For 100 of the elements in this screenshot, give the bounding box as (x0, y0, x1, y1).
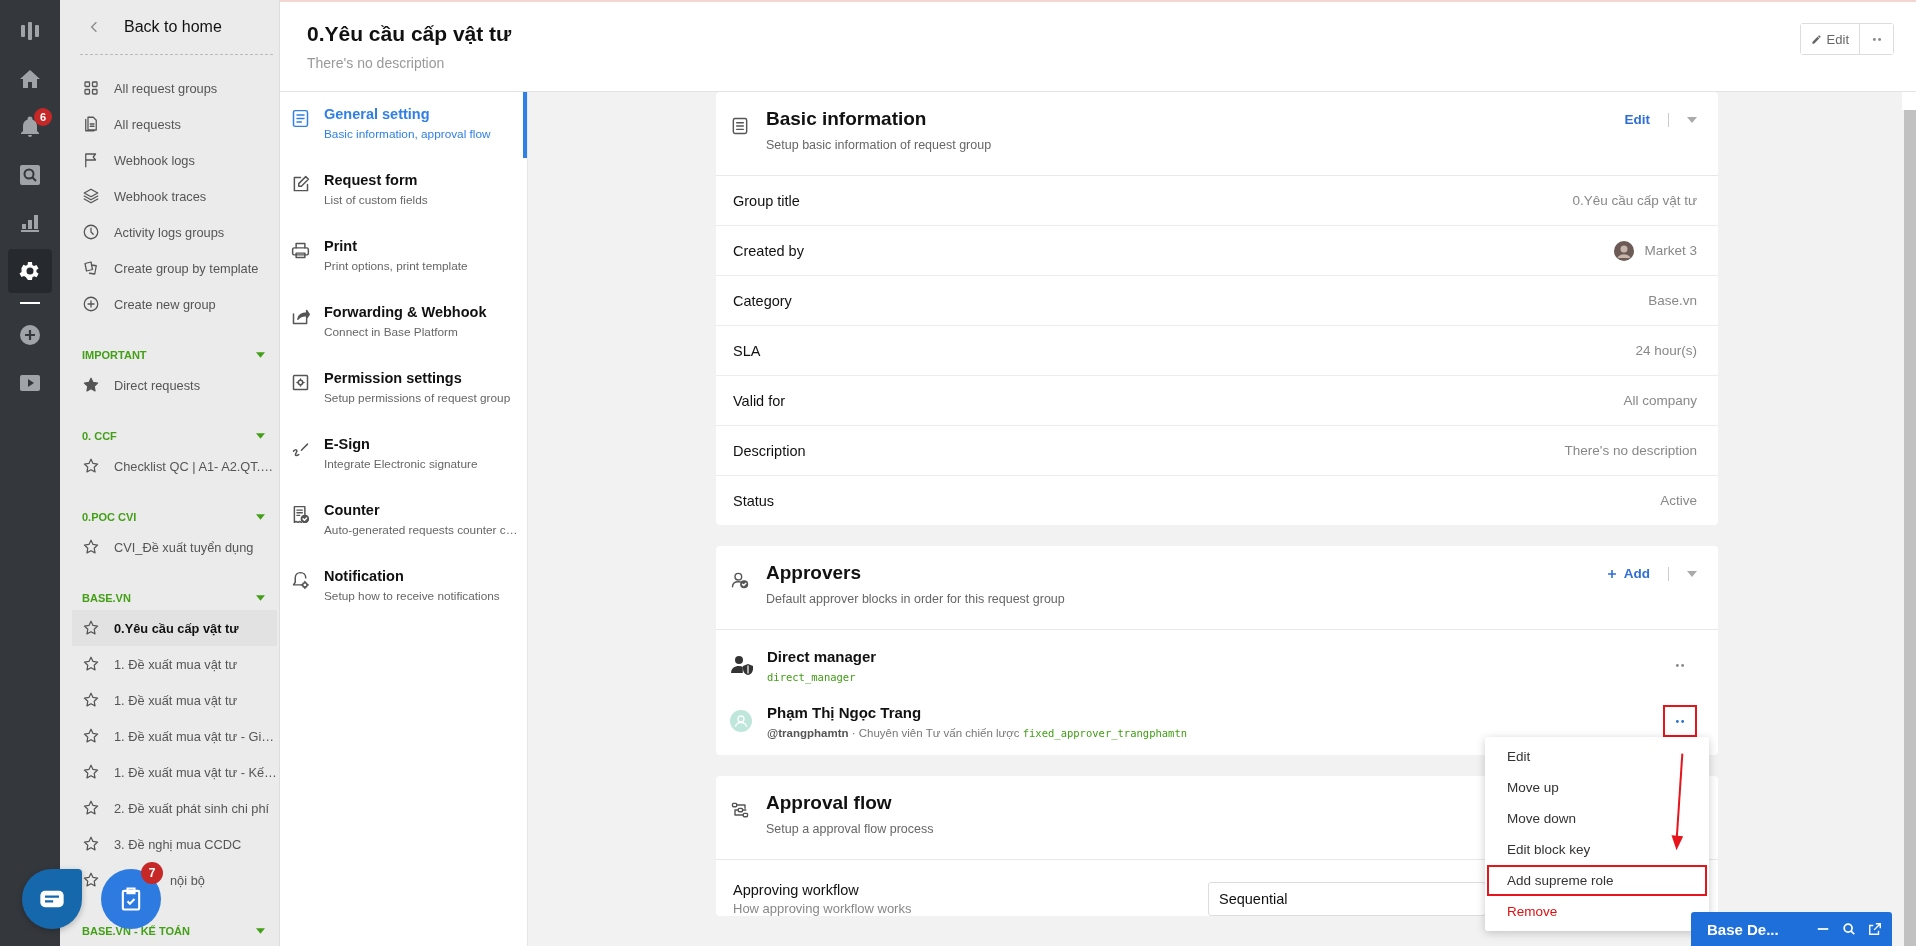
more-icon (1673, 717, 1687, 725)
section-header: 0. CCF (82, 430, 117, 442)
document-icon (290, 108, 311, 129)
field-label: Group title (733, 192, 800, 209)
star-icon[interactable] (82, 457, 100, 475)
sidebar-item[interactable]: 1. Đề xuất mua vật tư (78, 646, 273, 682)
documents-icon (82, 115, 100, 133)
pencil-icon (1810, 33, 1822, 45)
add-link[interactable]: Add (1606, 566, 1650, 581)
field-value: Active (1660, 493, 1697, 508)
sidebar-item[interactable]: 1. Đề xuất mua vật tư - Kế… (78, 754, 273, 790)
star-icon[interactable] (82, 538, 100, 556)
edit-link[interactable]: Edit (1624, 112, 1650, 127)
card-subtitle: Setup basic information of request group (766, 138, 993, 152)
section-header: IMPORTANT (82, 349, 147, 361)
star-icon[interactable] (82, 376, 100, 394)
avatar (730, 710, 752, 732)
caret-icon[interactable] (256, 433, 265, 439)
star-icon[interactable] (82, 727, 100, 745)
sidebar-item[interactable]: Webhook logs (78, 142, 273, 178)
chat-title: Base De... (1707, 920, 1780, 938)
sidebar-item[interactable]: CVI_Đề xuất tuyển dụng (78, 529, 273, 565)
settings-tab[interactable]: Permission settings Setup permissions of request group (280, 356, 527, 422)
star-icon[interactable] (82, 655, 100, 673)
field-value: Base.vn (1648, 293, 1697, 308)
sidebar-item[interactable]: 1. Đề xuất mua vật tư (78, 682, 273, 718)
plus-circle-icon (18, 323, 42, 347)
workflow-select[interactable]: Sequential (1208, 882, 1486, 916)
more-button[interactable] (1663, 705, 1697, 737)
caret-icon[interactable] (256, 352, 265, 358)
settings-tab[interactable]: Notification Setup how to receive notifications (280, 554, 527, 620)
sidebar-item[interactable]: All requests (78, 106, 273, 142)
settings-button[interactable] (8, 249, 52, 293)
plus-circle-icon (82, 295, 100, 313)
card-subtitle: Setup a approval flow process (766, 822, 935, 836)
settings-tab[interactable]: Forwarding & Webhook Connect in Base Platform (280, 290, 527, 356)
menu-item[interactable]: Remove (1487, 896, 1578, 927)
star-icon[interactable] (82, 799, 100, 817)
back-link[interactable]: Back to home (80, 0, 273, 55)
flow-icon (730, 800, 750, 820)
menu-item[interactable]: Edit block key (1487, 834, 1611, 865)
settings-tab[interactable]: Print Print options, print template (280, 224, 527, 290)
clock-icon (82, 223, 100, 241)
chevron-left-icon (90, 20, 98, 34)
cards-icon (82, 259, 100, 277)
settings-tab[interactable]: E-Sign Integrate Electronic signature (280, 422, 527, 488)
settings-tab[interactable]: Request form List of custom fields (280, 158, 527, 224)
card-title: Approval flow (766, 792, 893, 814)
settings-tab[interactable]: Counter Auto-generated requests counter c… (280, 488, 527, 554)
user-shield-icon (730, 653, 754, 677)
plus-icon (1606, 568, 1617, 579)
sidebar-item[interactable]: Checklist QC | A1- A2.QT.… (78, 448, 273, 484)
star-icon[interactable] (82, 691, 100, 709)
menu-item[interactable]: Edit (1487, 741, 1551, 772)
field-label: Approving workflow (733, 882, 860, 898)
sidebar-item[interactable]: Activity logs groups (78, 214, 273, 250)
more-icon (1673, 661, 1687, 669)
sidebar-item[interactable]: Direct requests (78, 367, 273, 403)
sidebar-item[interactable]: 1. Đề xuất mua vật tư - Gi… (78, 718, 273, 754)
grid-icon (82, 79, 100, 97)
field-label: Created by (733, 242, 804, 259)
bell-button[interactable]: 6 (8, 105, 52, 149)
layers-icon (82, 187, 100, 205)
star-icon[interactable] (82, 763, 100, 781)
sidebar-item[interactable]: 0.Yêu cầu cấp vật tư (72, 610, 277, 646)
scrollbar[interactable] (1902, 110, 1916, 946)
field-hint: How approving workflow works (733, 901, 913, 916)
sidebar-item[interactable]: All request groups (78, 70, 273, 106)
approver-details: @trangphamtn · Chuyên viên Tư vấn chiến lược (767, 726, 1021, 739)
card-title: Basic information (766, 108, 928, 130)
field-label: Description (733, 442, 806, 459)
star-icon[interactable] (82, 871, 100, 889)
user-check-icon (730, 570, 750, 590)
menu-item[interactable]: Move down (1487, 803, 1597, 834)
sidebar-item[interactable]: 3. Đề nghị mua CCDC (78, 826, 273, 862)
sidebar-item[interactable]: Create group by template (78, 250, 273, 286)
home-icon (18, 67, 42, 91)
field-value: All company (1623, 393, 1697, 408)
block-key: fixed_approver_trangphamtn (1022, 726, 1188, 739)
chat-widget[interactable]: Base De... (1691, 912, 1892, 946)
sidebar-item[interactable]: Webhook traces (78, 178, 273, 214)
block-key: direct_manager (767, 670, 856, 683)
caret-icon[interactable] (256, 514, 265, 520)
caret-icon[interactable] (256, 595, 265, 601)
star-icon[interactable] (82, 619, 100, 637)
field-label: Status (733, 492, 775, 509)
caret-icon[interactable] (256, 928, 265, 934)
section-header: BASE.VN - KẾ TOÁN (82, 925, 190, 937)
bell-gear-icon (290, 570, 311, 591)
printer-icon (290, 240, 311, 261)
sidebar-item[interactable]: Create new group (78, 286, 273, 322)
menu-item[interactable]: Move up (1487, 772, 1579, 803)
external-link-icon[interactable] (1868, 922, 1882, 936)
menu-item[interactable]: Add supreme role (1487, 865, 1707, 896)
sidebar-item[interactable]: 2. Đề xuất phát sinh chi phí (78, 790, 273, 826)
field-value: 24 hour(s) (1635, 343, 1697, 358)
logo-icon (18, 19, 42, 43)
search-icon[interactable] (1842, 922, 1856, 936)
sidebar-item[interactable]: nội bộ (170, 872, 205, 888)
star-icon[interactable] (82, 835, 100, 853)
